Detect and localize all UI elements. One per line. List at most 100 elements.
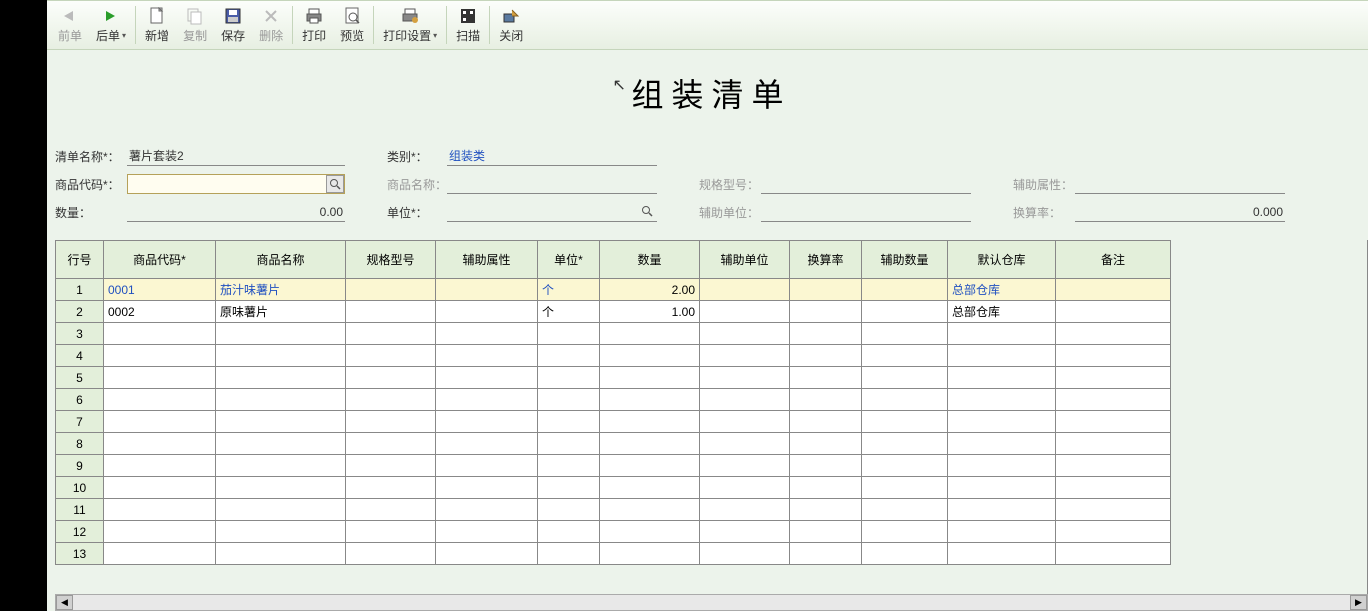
cell-spec[interactable] <box>346 521 436 543</box>
col-header[interactable]: 单位* <box>538 241 600 279</box>
cell-aux[interactable] <box>436 345 538 367</box>
cell-unit[interactable] <box>538 323 600 345</box>
print-setup-button[interactable]: 打印设置▾ <box>376 3 444 47</box>
cell-spec[interactable] <box>346 433 436 455</box>
close-button[interactable]: 关闭 <box>492 3 530 47</box>
cell-spec[interactable] <box>346 389 436 411</box>
cell-spec[interactable] <box>346 279 436 301</box>
cell-qty[interactable]: 1.00 <box>600 301 700 323</box>
cell-auxunit[interactable] <box>700 455 790 477</box>
cell-warehouse[interactable] <box>948 455 1056 477</box>
cell-rate[interactable] <box>790 279 862 301</box>
cell-qty[interactable] <box>600 411 700 433</box>
cell-code[interactable] <box>104 543 216 565</box>
cell-warehouse[interactable] <box>948 433 1056 455</box>
cell-unit[interactable]: 个 <box>538 301 600 323</box>
cell-auxqty[interactable] <box>862 477 948 499</box>
cell-name[interactable] <box>216 521 346 543</box>
table-row[interactable]: 10001茄汁味薯片个2.00总部仓库 <box>56 279 1171 301</box>
row-number[interactable]: 8 <box>56 433 104 455</box>
cell-rate[interactable] <box>790 345 862 367</box>
cell-spec[interactable] <box>346 301 436 323</box>
cell-code[interactable] <box>104 323 216 345</box>
cell-code[interactable]: 0002 <box>104 301 216 323</box>
cell-code[interactable] <box>104 389 216 411</box>
cell-spec[interactable] <box>346 411 436 433</box>
cell-aux[interactable] <box>436 301 538 323</box>
cell-warehouse[interactable] <box>948 389 1056 411</box>
col-header[interactable]: 备注 <box>1056 241 1171 279</box>
print-button[interactable]: 打印 <box>295 3 333 47</box>
save-button[interactable]: 保存 <box>214 3 252 47</box>
scroll-left-button[interactable]: ◀ <box>56 595 73 610</box>
cell-aux[interactable] <box>436 521 538 543</box>
cell-qty[interactable]: 2.00 <box>600 279 700 301</box>
cell-rate[interactable] <box>790 543 862 565</box>
cell-warehouse[interactable] <box>948 323 1056 345</box>
cell-unit[interactable] <box>538 455 600 477</box>
cell-qty[interactable] <box>600 367 700 389</box>
cell-code[interactable]: 0001 <box>104 279 216 301</box>
row-number[interactable]: 9 <box>56 455 104 477</box>
row-number[interactable]: 4 <box>56 345 104 367</box>
cell-name[interactable] <box>216 477 346 499</box>
cell-code[interactable] <box>104 521 216 543</box>
row-number[interactable]: 5 <box>56 367 104 389</box>
cell-warehouse[interactable] <box>948 543 1056 565</box>
cell-aux[interactable] <box>436 477 538 499</box>
cell-qty[interactable] <box>600 323 700 345</box>
cell-remark[interactable] <box>1056 411 1171 433</box>
cell-remark[interactable] <box>1056 499 1171 521</box>
cell-name[interactable] <box>216 543 346 565</box>
cell-aux[interactable] <box>436 411 538 433</box>
cell-warehouse[interactable]: 总部仓库 <box>948 301 1056 323</box>
cell-auxqty[interactable] <box>862 433 948 455</box>
cell-unit[interactable] <box>538 367 600 389</box>
col-header[interactable]: 辅助单位 <box>700 241 790 279</box>
row-number[interactable]: 6 <box>56 389 104 411</box>
cell-rate[interactable] <box>790 301 862 323</box>
col-header[interactable]: 规格型号 <box>346 241 436 279</box>
cell-auxqty[interactable] <box>862 367 948 389</box>
cell-auxunit[interactable] <box>700 323 790 345</box>
next-button[interactable]: 后单▾ <box>89 3 133 47</box>
cell-auxqty[interactable] <box>862 323 948 345</box>
cell-auxqty[interactable] <box>862 411 948 433</box>
cell-warehouse[interactable] <box>948 499 1056 521</box>
new-button[interactable]: 新增 <box>138 3 176 47</box>
lookup-button[interactable] <box>326 175 344 193</box>
product-code-input[interactable] <box>127 174 345 194</box>
table-row[interactable]: 4 <box>56 345 1171 367</box>
cell-qty[interactable] <box>600 433 700 455</box>
cell-unit[interactable] <box>538 411 600 433</box>
cell-auxunit[interactable] <box>700 543 790 565</box>
cell-remark[interactable] <box>1056 433 1171 455</box>
cell-rate[interactable] <box>790 455 862 477</box>
cell-code[interactable] <box>104 411 216 433</box>
row-number[interactable]: 1 <box>56 279 104 301</box>
cell-aux[interactable] <box>436 323 538 345</box>
cell-unit[interactable] <box>538 389 600 411</box>
scan-button[interactable]: 扫描 <box>449 3 487 47</box>
horizontal-scrollbar[interactable]: ◀ ▶ <box>55 594 1368 611</box>
cell-qty[interactable] <box>600 521 700 543</box>
cell-remark[interactable] <box>1056 323 1171 345</box>
cell-auxunit[interactable] <box>700 389 790 411</box>
cell-rate[interactable] <box>790 433 862 455</box>
preview-button[interactable]: 预览 <box>333 3 371 47</box>
category-value[interactable]: 组装类 <box>447 146 657 166</box>
table-row[interactable]: 6 <box>56 389 1171 411</box>
row-number[interactable]: 12 <box>56 521 104 543</box>
cell-warehouse[interactable] <box>948 411 1056 433</box>
cell-remark[interactable] <box>1056 521 1171 543</box>
table-row[interactable]: 10 <box>56 477 1171 499</box>
cell-auxqty[interactable] <box>862 279 948 301</box>
col-header[interactable]: 换算率 <box>790 241 862 279</box>
cell-qty[interactable] <box>600 455 700 477</box>
cell-spec[interactable] <box>346 477 436 499</box>
table-row[interactable]: 9 <box>56 455 1171 477</box>
cell-code[interactable] <box>104 499 216 521</box>
cell-aux[interactable] <box>436 433 538 455</box>
table-row[interactable]: 8 <box>56 433 1171 455</box>
cell-auxunit[interactable] <box>700 301 790 323</box>
